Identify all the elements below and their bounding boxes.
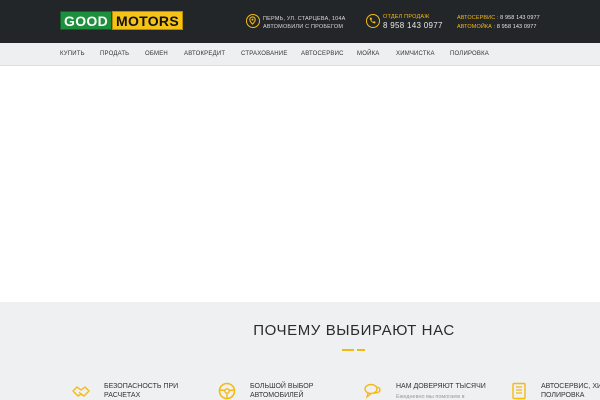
address-line: ПЕРМЬ, УЛ. СТАРЦЕВА, 104А <box>263 16 346 22</box>
nav-item-buy[interactable]: КУПИТЬ <box>60 51 85 57</box>
carwash-phone-row: АВТОМОЙКА : 8 958 143 0977 <box>457 24 536 30</box>
feature-services-line2: ПОЛИРОВКА <box>541 392 585 399</box>
feature-selection: БОЛЬШОЙ ВЫБОР АВТОМОБИЛЕЙ <box>250 382 313 400</box>
sales-dept-label: ОТДЕЛ ПРОДАЖ <box>383 14 430 20</box>
feature-selection-line2: АВТОМОБИЛЕЙ <box>250 392 304 399</box>
title-accent-right <box>357 349 365 351</box>
handshake-icon <box>72 386 90 397</box>
nav-item-car-wash[interactable]: МОЙКА <box>357 51 379 57</box>
nav-item-car-service[interactable]: АВТОСЕРВИС <box>301 51 344 57</box>
feature-services-line1: АВТОСЕРВИС, ХИМ <box>541 383 600 390</box>
feature-security-line2: РАСЧЕТАХ <box>104 392 141 399</box>
main-nav: КУПИТЬ ПРОДАТЬ ОБМЕН АВТОКРЕДИТ СТРАХОВА… <box>0 43 600 66</box>
carwash-phone-link[interactable]: 8 958 143 0977 <box>497 24 537 30</box>
section-title: ПОЧЕМУ ВЫБИРАЮТ НАС <box>253 322 455 339</box>
sales-phone-link[interactable]: 8 958 143 0977 <box>383 21 443 30</box>
feature-security: БЕЗОПАСНОСТЬ ПРИ РАСЧЕТАХ <box>104 382 178 400</box>
feature-selection-line1: БОЛЬШОЙ ВЫБОР <box>250 383 314 390</box>
document-icon <box>512 382 526 400</box>
logo-word-motors: MOTORS <box>111 11 183 30</box>
logo-word-good: GOOD <box>60 11 112 30</box>
nav-item-sell[interactable]: ПРОДАТЬ <box>100 51 129 57</box>
feature-trust-description: Ежедневно мы помогаем в <box>396 394 465 400</box>
address-block: ПЕРМЬ, УЛ. СТАРЦЕВА, 104А АВТОМОБИЛИ С П… <box>263 15 346 31</box>
nav-item-polishing[interactable]: ПОЛИРОВКА <box>450 51 489 57</box>
feature-trust: НАМ ДОВЕРЯЮТ ТЫСЯЧИ <box>396 383 486 390</box>
nav-item-dry-cleaning[interactable]: ХИМЧИСТКА <box>396 51 435 57</box>
service-label: АВТОСЕРВИС : <box>457 15 499 21</box>
service-phone-row: АВТОСЕРВИС : 8 958 143 0977 <box>457 15 540 21</box>
service-phone-link[interactable]: 8 958 143 0977 <box>500 15 540 21</box>
address-subtitle: АВТОМОБИЛИ С ПРОБЕГОМ <box>263 24 344 30</box>
chat-bubbles-icon <box>364 383 381 399</box>
nav-item-exchange[interactable]: ОБМЕН <box>145 51 168 57</box>
site-header: GOOD MOTORS ПЕРМЬ, УЛ. СТАРЦЕВА, 104А АВ… <box>0 0 600 43</box>
carwash-label: АВТОМОЙКА : <box>457 24 496 30</box>
logo[interactable]: GOOD MOTORS <box>60 11 183 30</box>
nav-item-insurance[interactable]: СТРАХОВАНИЕ <box>241 51 288 57</box>
phone-icon <box>366 14 380 28</box>
title-accent-left <box>342 349 354 351</box>
location-pin-icon <box>246 14 260 28</box>
nav-item-car-loan[interactable]: АВТОКРЕДИТ <box>184 51 225 57</box>
feature-services: АВТОСЕРВИС, ХИМ ПОЛИРОВКА <box>541 382 600 400</box>
steering-wheel-icon <box>218 382 236 400</box>
feature-security-line1: БЕЗОПАСНОСТЬ ПРИ <box>104 383 179 390</box>
